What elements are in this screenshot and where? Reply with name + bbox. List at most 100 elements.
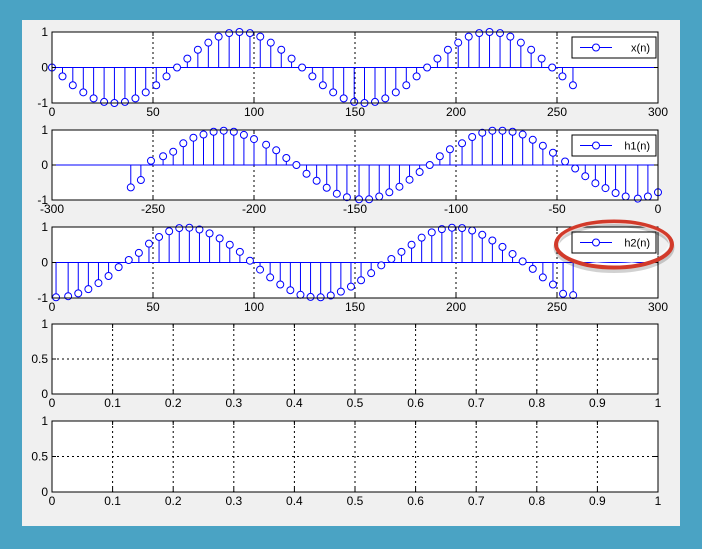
stem-marker (559, 289, 568, 298)
stem-marker (225, 240, 234, 249)
y-tick-label: 1 (41, 220, 48, 234)
stem-marker (100, 97, 109, 106)
subplot-1: 0 50 100 150 200 250 300-101x(n) (37, 25, 668, 119)
stem-marker (272, 146, 281, 155)
stem-marker (245, 29, 254, 38)
stem-marker (370, 97, 379, 106)
x-tick-label: 300 (648, 105, 668, 119)
stem-marker (144, 239, 153, 248)
stem-marker (74, 289, 83, 298)
stem-marker (488, 236, 497, 245)
stem-marker (601, 184, 610, 193)
stem-marker (173, 63, 182, 72)
stem-marker (199, 130, 208, 139)
y-tick-label: -1 (37, 96, 48, 110)
stem-marker (120, 97, 129, 106)
stem-marker (329, 88, 338, 97)
stem-marker (391, 88, 400, 97)
stem-marker (443, 45, 452, 54)
x-tick-label: 0 (49, 494, 56, 508)
stem-marker (538, 141, 547, 150)
stem-marker (266, 273, 275, 282)
stem-marker (417, 233, 426, 242)
stem-marker (169, 147, 178, 156)
stem-marker (415, 168, 424, 176)
stem-marker (387, 254, 396, 263)
x-tick-label: 50 (146, 105, 160, 119)
stem-marker (155, 232, 164, 241)
stem-marker (332, 189, 341, 198)
stem-marker (381, 94, 390, 103)
stem-marker (318, 81, 327, 90)
stem-marker (146, 156, 155, 165)
stem-marker (292, 161, 301, 169)
x-tick-label: 0.3 (225, 396, 242, 410)
stem-marker (445, 145, 454, 154)
stem-marker (548, 63, 557, 72)
x-tick-label: 0.8 (528, 396, 545, 410)
stem-marker (518, 257, 527, 266)
stem-marker (405, 175, 414, 184)
stem-marker (124, 256, 133, 265)
x-tick-label: 1 (655, 494, 662, 508)
subplot-3: 0 50 100 150 200 250 300-101h2(n) (37, 219, 675, 314)
legend-marker (592, 141, 600, 150)
stem-marker (209, 127, 218, 136)
y-tick-label: 0 (41, 61, 48, 75)
y-tick-label: 0.5 (31, 450, 48, 464)
stem-marker (435, 152, 444, 161)
stem-marker (114, 263, 123, 272)
stem-marker (571, 164, 580, 173)
stem-marker (433, 54, 442, 63)
stem-marker (104, 271, 113, 280)
y-tick-label: -1 (37, 291, 48, 305)
x-tick-label: 0.6 (407, 494, 424, 508)
stem-marker (528, 135, 537, 144)
stem-marker (548, 280, 557, 289)
stem-marker (189, 133, 198, 142)
x-tick-label: 0.4 (286, 396, 303, 410)
stem-marker (136, 176, 145, 185)
stem-marker (298, 63, 307, 72)
stem-marker (266, 38, 275, 47)
stem-marker (64, 292, 73, 301)
stem-marker (287, 54, 296, 63)
stem-marker (239, 130, 248, 139)
stem-marker (94, 279, 103, 288)
stem-marker (447, 223, 456, 232)
stem-marker (377, 261, 386, 270)
x-tick-label: 100 (244, 105, 264, 119)
stem-marker (256, 32, 265, 41)
x-tick-label: 0 (655, 202, 662, 216)
stem-marker (250, 135, 258, 144)
stem-marker (506, 32, 515, 41)
x-tick-label: 0.3 (225, 494, 242, 508)
stem-marker (336, 287, 345, 296)
stem-marker (518, 130, 527, 139)
stem-marker (256, 265, 265, 274)
stem-marker (205, 229, 214, 238)
stem-marker (316, 293, 325, 302)
x-tick-label: -100 (444, 202, 468, 216)
stem-marker (296, 290, 305, 299)
stem-marker (633, 194, 642, 203)
stem-marker (375, 192, 384, 201)
stem-marker (286, 286, 295, 295)
x-tick-label: 0.7 (468, 396, 485, 410)
stem-marker (395, 182, 404, 191)
stem-marker (235, 247, 244, 256)
stem-marker (193, 45, 202, 54)
legend-marker (592, 238, 600, 247)
stem-marker (312, 176, 321, 185)
x-tick-label: 200 (446, 105, 466, 119)
y-tick-label: 0.5 (31, 352, 48, 366)
stem-marker (397, 247, 406, 256)
x-tick-label: -200 (242, 202, 266, 216)
stem-marker (302, 169, 311, 178)
stem-marker (568, 81, 577, 90)
x-tick-label: -50 (548, 202, 566, 216)
stem-marker (68, 81, 77, 90)
stem-marker (528, 264, 537, 273)
stem-marker (229, 127, 238, 136)
stem-marker (215, 234, 224, 243)
